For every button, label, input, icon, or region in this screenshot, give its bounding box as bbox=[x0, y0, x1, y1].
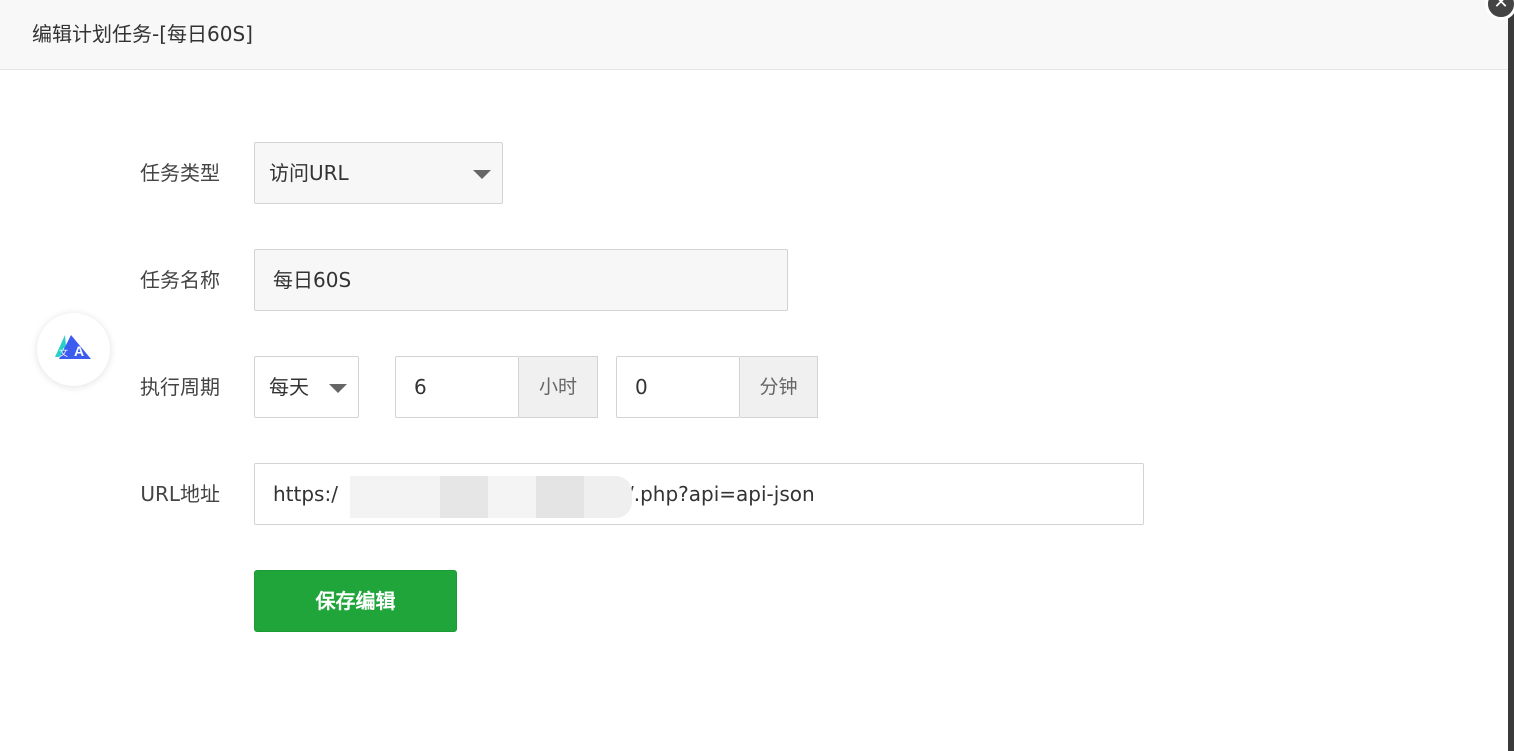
hour-unit-addon: 小时 bbox=[519, 356, 598, 418]
task-type-value: 访问URL bbox=[269, 161, 349, 185]
svg-text:A: A bbox=[74, 343, 84, 359]
task-name-label: 任务名称 bbox=[140, 268, 220, 292]
redaction-blur bbox=[350, 476, 440, 518]
save-edit-button[interactable]: 保存编辑 bbox=[254, 570, 457, 632]
minute-value: 0 bbox=[635, 375, 648, 399]
task-name-input[interactable]: 每日60S bbox=[254, 249, 788, 311]
caret-down-icon bbox=[473, 170, 491, 179]
period-select[interactable]: 每天 bbox=[254, 356, 359, 418]
task-name-value: 每日60S bbox=[273, 268, 352, 292]
url-value-suffix: /.php?api=api-json bbox=[627, 482, 815, 506]
dialog-title: 编辑计划任务-[每日60S] bbox=[32, 22, 253, 46]
url-label: URL地址 bbox=[140, 482, 220, 506]
redaction-blur bbox=[488, 476, 536, 518]
hour-value: 6 bbox=[414, 375, 427, 399]
redaction-blur bbox=[440, 476, 488, 518]
window-edge bbox=[1508, 0, 1514, 751]
translate-assistant-icon: A 文 bbox=[55, 335, 91, 359]
period-value: 每天 bbox=[269, 375, 309, 399]
caret-down-icon bbox=[329, 384, 347, 393]
redaction-blur bbox=[536, 476, 584, 518]
svg-text:文: 文 bbox=[59, 347, 68, 358]
url-value-prefix: https:/ bbox=[273, 482, 338, 506]
task-type-select[interactable]: 访问URL bbox=[254, 142, 503, 204]
edit-task-dialog: 编辑计划任务-[每日60S] 任务类型 访问URL 任务名称 每日60S 执行周… bbox=[0, 0, 1510, 751]
minute-unit-addon: 分钟 bbox=[740, 356, 818, 418]
floating-assistant-button[interactable]: A 文 bbox=[37, 313, 110, 386]
dialog-titlebar: 编辑计划任务-[每日60S] bbox=[0, 0, 1510, 70]
minute-input[interactable]: 0 bbox=[616, 356, 740, 418]
redaction-blur bbox=[584, 476, 632, 518]
hour-input[interactable]: 6 bbox=[395, 356, 519, 418]
schedule-label: 执行周期 bbox=[140, 375, 220, 399]
task-type-label: 任务类型 bbox=[140, 161, 220, 185]
